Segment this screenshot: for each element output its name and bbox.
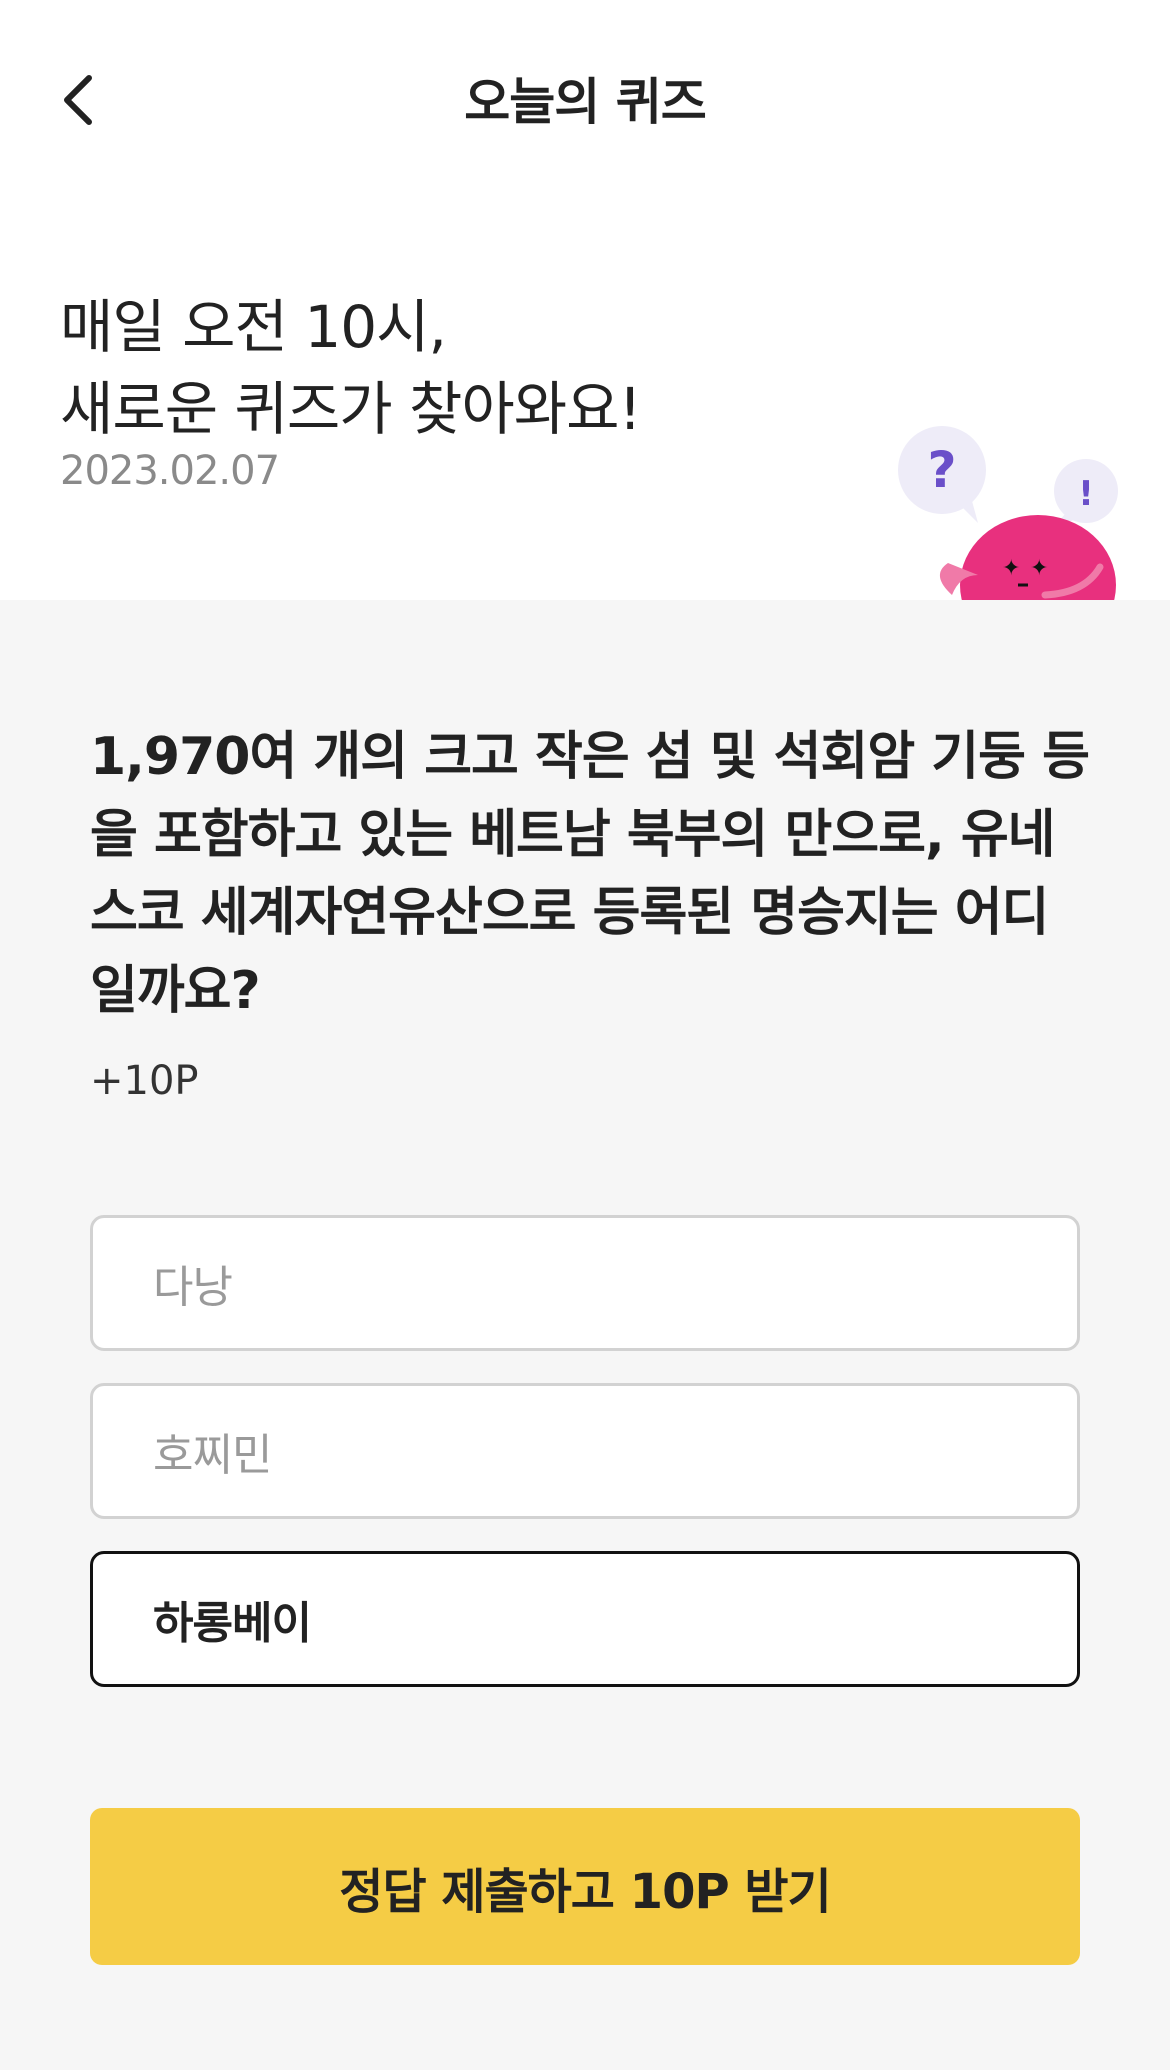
page-title: 오늘의 퀴즈 (464, 73, 706, 131)
reward-points: +10P (90, 1058, 199, 1104)
header: 오늘의 퀴즈 (0, 0, 1170, 200)
answer-option-1[interactable]: 다낭 (90, 1215, 1080, 1351)
answer-option-2[interactable]: 호찌민 (90, 1383, 1080, 1519)
quiz-question: 1,970여 개의 크고 작은 섬 및 석회암 기둥 등을 포함하고 있는 베트… (90, 727, 1090, 1021)
submit-answer-button[interactable]: 정답 제출하고 10P 받기 (90, 1808, 1080, 1965)
question-bubble-text: ? (927, 441, 956, 499)
svg-text:✦: ✦ (1002, 556, 1020, 581)
intro-headline-line2: 새로운 퀴즈가 찾아와요! (60, 375, 642, 443)
quiz-date: 2023.02.07 (60, 448, 280, 494)
mascot-icon: ? ! ✦ ✦ (898, 426, 1118, 600)
quiz-screen: 오늘의 퀴즈 매일 오전 10시, 새로운 퀴즈가 찾아와요! 2023.02.… (0, 0, 1170, 2070)
mascot-illustration: ? ! ✦ ✦ (890, 425, 1130, 600)
quiz-section: 1,970여 개의 크고 작은 섬 및 석회암 기둥 등을 포함하고 있는 베트… (0, 600, 1170, 2070)
exclaim-bubble-text: ! (1078, 474, 1094, 514)
answer-option-3-selected[interactable]: 하롱베이 (90, 1551, 1080, 1687)
svg-text:✦: ✦ (1030, 556, 1048, 581)
intro-section: 매일 오전 10시, 새로운 퀴즈가 찾아와요! 2023.02.07 ? ! … (0, 200, 1170, 600)
intro-headline-line1: 매일 오전 10시, (60, 293, 447, 361)
